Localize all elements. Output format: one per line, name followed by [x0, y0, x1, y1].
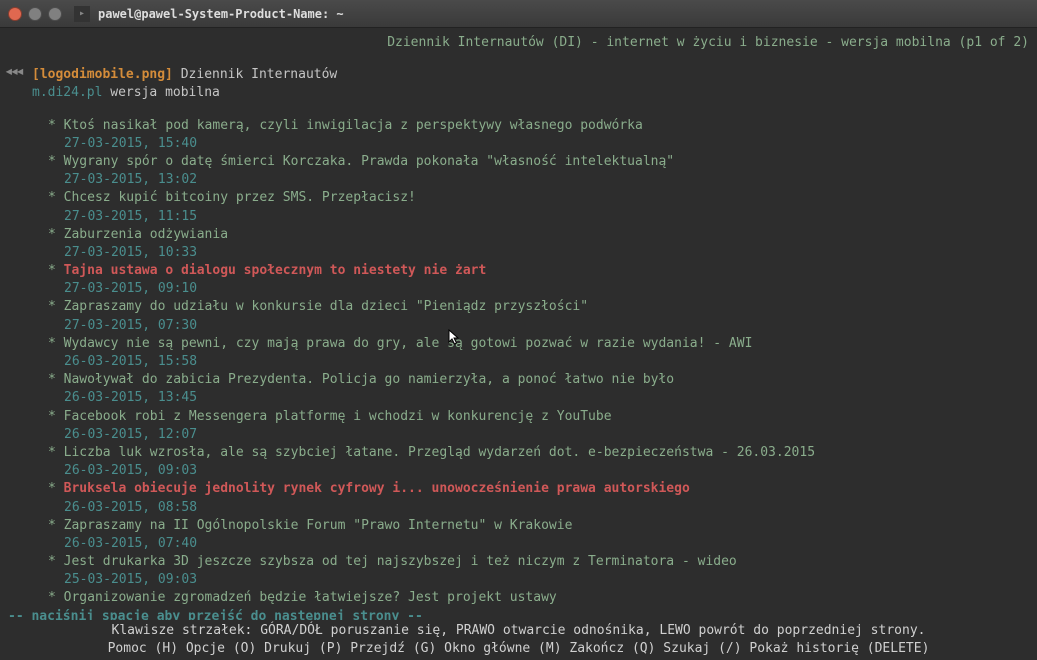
article-date: 27-03-2015, 11:15: [48, 208, 1033, 226]
maximize-button[interactable]: [48, 7, 62, 21]
article-title[interactable]: Nawoływał do zabicia Prezydenta. Policja…: [64, 372, 674, 387]
bullet-icon: *: [48, 118, 64, 133]
footer-help-line2: Pomoc (H) Opcje (O) Drukuj (P) Przejdź (…: [4, 640, 1033, 658]
bullet-icon: *: [48, 445, 64, 460]
article-title[interactable]: Liczba luk wzrosła, ale są szybciej łata…: [64, 445, 815, 460]
article-item: * Facebook robi z Messengera platformę i…: [48, 408, 1033, 444]
article-date: 27-03-2015, 10:33: [48, 244, 1033, 262]
article-date: 26-03-2015, 13:45: [48, 389, 1033, 407]
window-controls: [8, 7, 62, 21]
article-item: * Jest drukarka 3D jeszcze szybsza od te…: [48, 553, 1033, 589]
article-title[interactable]: Zapraszamy na II Ogólnopolskie Forum "Pr…: [64, 518, 573, 533]
bullet-icon: *: [48, 336, 64, 351]
page-header: Dziennik Internautów (DI) - internet w ż…: [4, 34, 1033, 52]
article-list: * Ktoś nasikał pod kamerą, czyli inwigil…: [4, 117, 1033, 608]
article-title[interactable]: Bruksela obiecuje jednolity rynek cyfrow…: [64, 481, 690, 496]
article-title[interactable]: Ktoś nasikał pod kamerą, czyli inwigilac…: [64, 118, 643, 133]
article-title[interactable]: Jest drukarka 3D jeszcze szybsza od tej …: [64, 554, 737, 569]
bullet-icon: *: [48, 409, 64, 424]
logo-line: [logodimobile.png] Dziennik Internautów: [4, 66, 1033, 84]
terminal-icon: ▸: [74, 6, 90, 22]
article-item: * Organizowanie zgromadzeń będzie łatwie…: [48, 589, 1033, 607]
article-date: 26-03-2015, 15:58: [48, 353, 1033, 371]
window-titlebar: ▸ pawel@pawel-System-Product-Name: ~: [0, 0, 1037, 28]
terminal-content[interactable]: ◂◂◂ Dziennik Internautów (DI) - internet…: [0, 28, 1037, 630]
site-name: Dziennik Internautów: [181, 67, 338, 82]
article-date: 25-03-2015, 09:03: [48, 571, 1033, 589]
article-title[interactable]: Chcesz kupić bitcoiny przez SMS. Przepła…: [64, 190, 416, 205]
bullet-icon: *: [48, 263, 64, 278]
bullet-icon: *: [48, 299, 64, 314]
article-item: * Wygrany spór o datę śmierci Korczaka. …: [48, 153, 1033, 189]
back-arrows-icon: ◂◂◂: [4, 60, 21, 82]
article-date: 27-03-2015, 07:30: [48, 317, 1033, 335]
bullet-icon: *: [48, 481, 64, 496]
window-title: pawel@pawel-System-Product-Name: ~: [98, 7, 344, 21]
bullet-icon: *: [48, 372, 64, 387]
close-button[interactable]: [8, 7, 22, 21]
article-date: 26-03-2015, 12:07: [48, 426, 1033, 444]
bullet-icon: *: [48, 154, 64, 169]
article-date: 27-03-2015, 13:02: [48, 171, 1033, 189]
article-item: * Wydawcy nie są pewni, czy mają prawa d…: [48, 335, 1033, 371]
article-date: 27-03-2015, 15:40: [48, 135, 1033, 153]
bullet-icon: *: [48, 554, 64, 569]
article-item: * Ktoś nasikał pod kamerą, czyli inwigil…: [48, 117, 1033, 153]
article-item: * Zapraszamy na II Ogólnopolskie Forum "…: [48, 517, 1033, 553]
url-line: m.di24.pl wersja mobilna: [4, 84, 1033, 102]
article-date: 26-03-2015, 08:58: [48, 499, 1033, 517]
article-date: 26-03-2015, 07:40: [48, 535, 1033, 553]
footer: Klawisze strzałek: GÓRA/DÓŁ poruszanie s…: [0, 620, 1037, 660]
article-title[interactable]: Wydawcy nie są pewni, czy mają prawa do …: [64, 336, 753, 351]
article-item: * Zaburzenia odżywiania 27-03-2015, 10:33: [48, 226, 1033, 262]
footer-help-line1: Klawisze strzałek: GÓRA/DÓŁ poruszanie s…: [4, 622, 1033, 640]
article-item: * Liczba luk wzrosła, ale są szybciej ła…: [48, 444, 1033, 480]
bullet-icon: *: [48, 518, 64, 533]
article-item: * Nawoływał do zabicia Prezydenta. Polic…: [48, 371, 1033, 407]
article-date: 26-03-2015, 09:03: [48, 462, 1033, 480]
article-title[interactable]: Zaburzenia odżywiania: [64, 227, 228, 242]
site-url[interactable]: m.di24.pl: [32, 85, 102, 100]
article-title[interactable]: Organizowanie zgromadzeń będzie łatwiejs…: [64, 590, 557, 605]
logo-image-label: [logodimobile.png]: [32, 67, 173, 82]
article-item: * Tajna ustawa o dialogu społecznym to n…: [48, 262, 1033, 298]
article-item: * Chcesz kupić bitcoiny przez SMS. Przep…: [48, 189, 1033, 225]
article-title[interactable]: Zapraszamy do udziału w konkursie dla dz…: [64, 299, 588, 314]
article-title[interactable]: Tajna ustawa o dialogu społecznym to nie…: [64, 263, 487, 278]
bullet-icon: *: [48, 190, 64, 205]
site-version: wersja mobilna: [110, 85, 220, 100]
article-title[interactable]: Wygrany spór o datę śmierci Korczaka. Pr…: [64, 154, 674, 169]
bullet-icon: *: [48, 590, 64, 605]
article-date: 27-03-2015, 09:10: [48, 280, 1033, 298]
bullet-icon: *: [48, 227, 64, 242]
article-title[interactable]: Facebook robi z Messengera platformę i w…: [64, 409, 612, 424]
article-item: * Bruksela obiecuje jednolity rynek cyfr…: [48, 480, 1033, 516]
article-item: * Zapraszamy do udziału w konkursie dla …: [48, 298, 1033, 334]
minimize-button[interactable]: [28, 7, 42, 21]
